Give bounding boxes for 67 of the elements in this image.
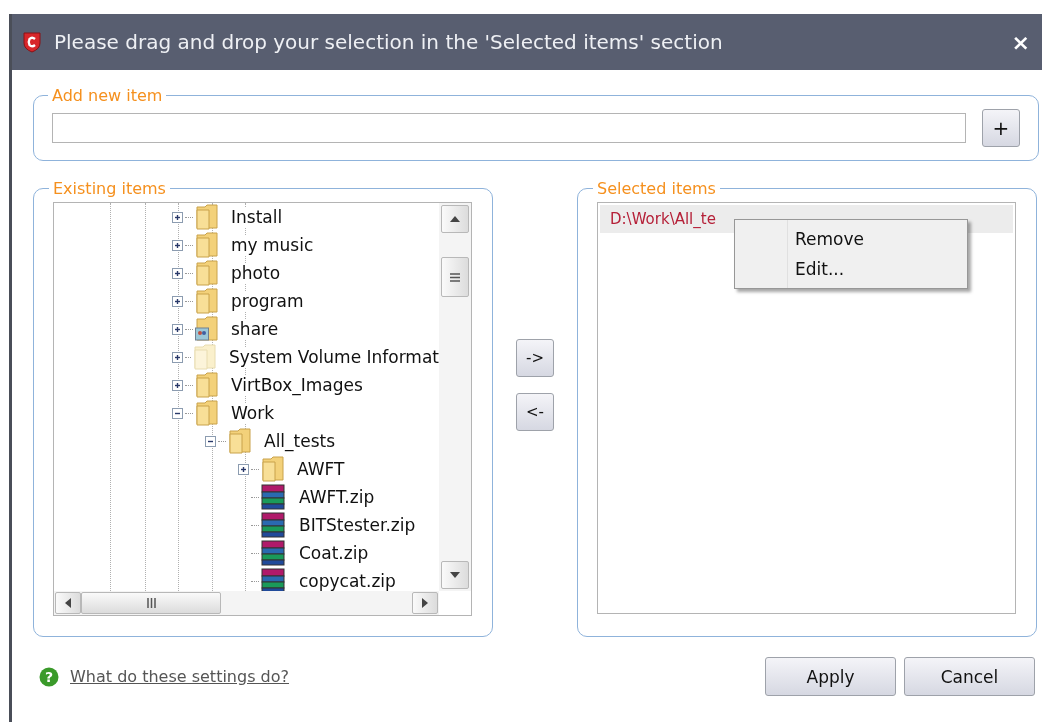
book-stack-icon bbox=[261, 484, 287, 510]
help-link[interactable]: What do these settings do? bbox=[70, 667, 289, 686]
input-field[interactable] bbox=[52, 113, 966, 143]
tree-item[interactable]: share bbox=[231, 319, 279, 339]
folder-icon bbox=[195, 288, 219, 314]
grip-icon bbox=[450, 272, 460, 282]
caret-down-icon bbox=[450, 572, 460, 578]
menu-item[interactable]: Remove bbox=[735, 224, 967, 254]
vertical-scrollbar[interactable] bbox=[439, 203, 471, 591]
expander-icon[interactable] bbox=[172, 239, 183, 251]
help-icon: ? bbox=[39, 666, 59, 687]
expander-icon[interactable] bbox=[172, 407, 183, 419]
expander-icon[interactable] bbox=[172, 267, 183, 279]
tree-item[interactable]: Work bbox=[231, 403, 275, 423]
folder-icon bbox=[195, 372, 219, 398]
add-button[interactable]: + bbox=[982, 109, 1020, 147]
scroll-down-button[interactable] bbox=[441, 561, 469, 589]
panel-legend: Add new item bbox=[48, 86, 167, 105]
folder-icon bbox=[195, 204, 219, 230]
caret-up-icon bbox=[450, 216, 460, 222]
scroll-right-button[interactable] bbox=[412, 592, 438, 614]
horizontal-scrollbar[interactable] bbox=[54, 591, 439, 615]
folder-icon bbox=[195, 260, 219, 286]
folder-icon bbox=[195, 400, 219, 426]
expander-icon[interactable] bbox=[172, 323, 183, 335]
tree-item[interactable]: Coat.zip bbox=[299, 543, 369, 563]
tree-item[interactable]: photo bbox=[231, 263, 281, 283]
scrollbar-thumb[interactable] bbox=[441, 257, 469, 297]
panel-legend: Existing items bbox=[49, 179, 170, 198]
book-stack-icon bbox=[261, 568, 287, 591]
apply-button[interactable]: Apply bbox=[765, 657, 896, 696]
scrollbar-thumb[interactable] bbox=[81, 592, 221, 614]
expander-icon[interactable] bbox=[172, 379, 183, 391]
tree-item[interactable]: program bbox=[231, 291, 304, 311]
tree-item[interactable]: Install bbox=[231, 207, 283, 227]
window-title: Please drag and drop your selection in the 'Selected items' section bbox=[54, 30, 724, 54]
folder-icon bbox=[228, 428, 252, 454]
panel-legend: Selected items bbox=[593, 179, 720, 198]
cancel-button[interactable]: Cancel bbox=[904, 657, 1035, 696]
shield-logo-icon bbox=[22, 31, 42, 53]
close-button[interactable]: × bbox=[1007, 29, 1034, 55]
folder-icon bbox=[195, 232, 219, 258]
expander-icon[interactable] bbox=[238, 463, 249, 475]
faded-folder-icon bbox=[193, 344, 218, 370]
grip-icon bbox=[146, 598, 156, 608]
expander-icon[interactable] bbox=[205, 435, 216, 447]
book-stack-icon bbox=[261, 540, 287, 566]
scroll-up-button[interactable] bbox=[441, 205, 469, 233]
caret-left-icon bbox=[65, 598, 71, 608]
shared-folder-icon bbox=[195, 316, 219, 342]
expander-icon[interactable] bbox=[172, 295, 183, 307]
move-button[interactable]: -> bbox=[516, 339, 554, 377]
tree-item[interactable]: copycat.zip bbox=[299, 571, 396, 591]
folder-icon bbox=[261, 456, 285, 482]
tree-item[interactable]: System Volume Informat bbox=[229, 347, 439, 367]
move-button[interactable]: <- bbox=[516, 393, 554, 431]
menu-item[interactable]: Edit... bbox=[735, 254, 967, 284]
expander-icon[interactable] bbox=[172, 211, 183, 223]
book-stack-icon bbox=[261, 512, 287, 538]
tree-item[interactable]: VirtBox_Images bbox=[231, 375, 363, 395]
tree-item[interactable]: All_tests bbox=[264, 431, 336, 451]
tree-item[interactable]: BITStester.zip bbox=[299, 515, 416, 535]
tree-item[interactable]: my music bbox=[231, 235, 314, 255]
caret-right-icon bbox=[422, 598, 428, 608]
expander-icon[interactable] bbox=[172, 351, 183, 363]
tree-item[interactable]: AWFT.zip bbox=[299, 487, 375, 507]
scroll-left-button[interactable] bbox=[55, 592, 81, 614]
